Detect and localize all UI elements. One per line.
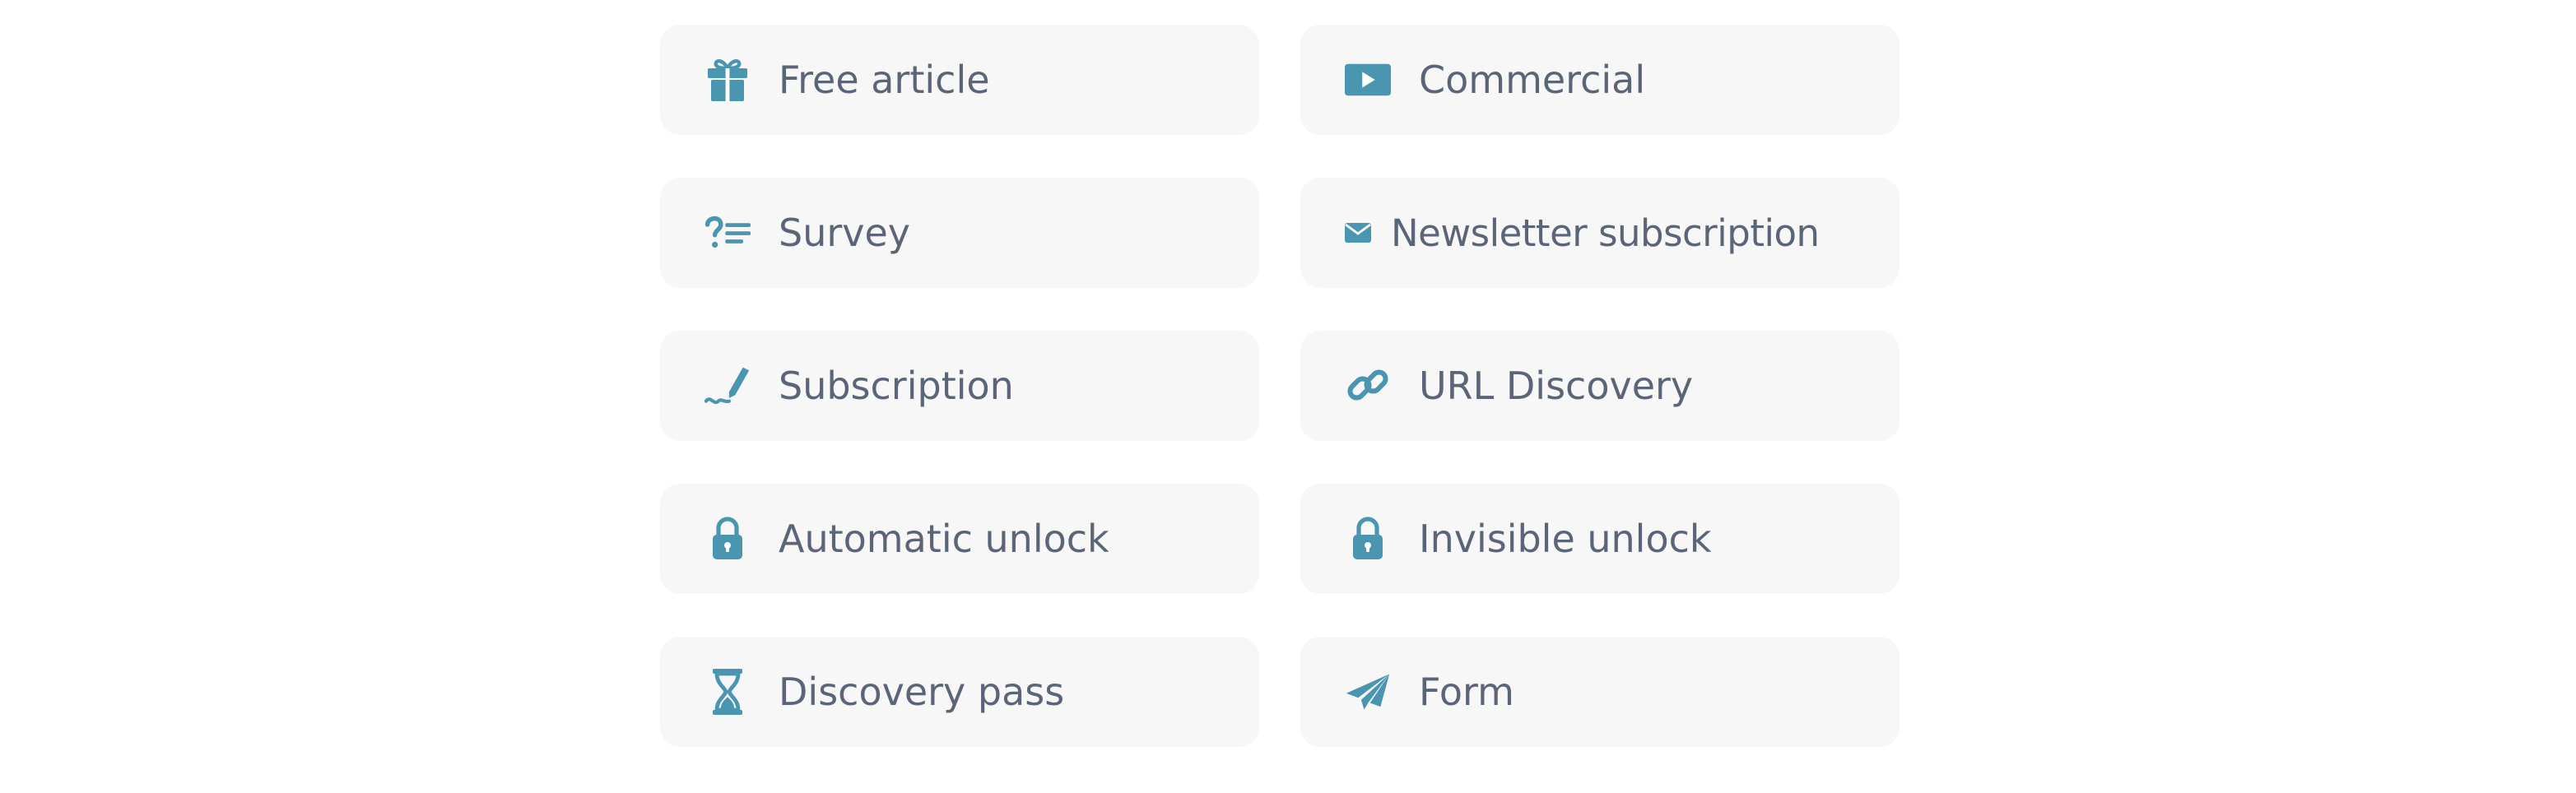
lock-icon (704, 516, 751, 562)
option-newsletter-subscription[interactable]: Newsletter subscription (1300, 178, 1899, 288)
option-automatic-unlock[interactable]: Automatic unlock (660, 484, 1259, 594)
option-form[interactable]: Form (1300, 637, 1899, 747)
option-label: URL Discovery (1419, 364, 1694, 408)
option-free-article[interactable]: Free article (660, 25, 1259, 135)
option-label: Survey (779, 211, 911, 255)
option-discovery-pass[interactable]: Discovery pass (660, 637, 1259, 747)
option-commercial[interactable]: Commercial (1300, 25, 1899, 135)
option-label: Commercial (1419, 58, 1646, 102)
option-subscription[interactable]: Subscription (660, 331, 1259, 441)
survey-question-icon (704, 210, 751, 256)
signature-pen-icon (704, 363, 751, 409)
option-label: Free article (779, 58, 990, 102)
option-label: Subscription (779, 364, 1014, 408)
option-label: Invisible unlock (1419, 517, 1712, 561)
hourglass-icon (704, 669, 751, 715)
paper-plane-icon (1345, 669, 1391, 715)
video-play-icon (1345, 57, 1391, 103)
option-label: Newsletter subscription (1391, 211, 1820, 255)
option-label: Discovery pass (779, 670, 1065, 714)
option-label: Form (1419, 670, 1514, 714)
lock-icon (1345, 516, 1391, 562)
link-icon (1345, 363, 1391, 409)
option-survey[interactable]: Survey (660, 178, 1259, 288)
gift-icon (704, 57, 751, 103)
option-label: Automatic unlock (779, 517, 1109, 561)
option-url-discovery[interactable]: URL Discovery (1300, 331, 1899, 441)
option-invisible-unlock[interactable]: Invisible unlock (1300, 484, 1899, 594)
unlock-options-grid: Free article Commercial Survey Newslette… (660, 25, 1899, 747)
envelope-icon (1341, 210, 1374, 256)
